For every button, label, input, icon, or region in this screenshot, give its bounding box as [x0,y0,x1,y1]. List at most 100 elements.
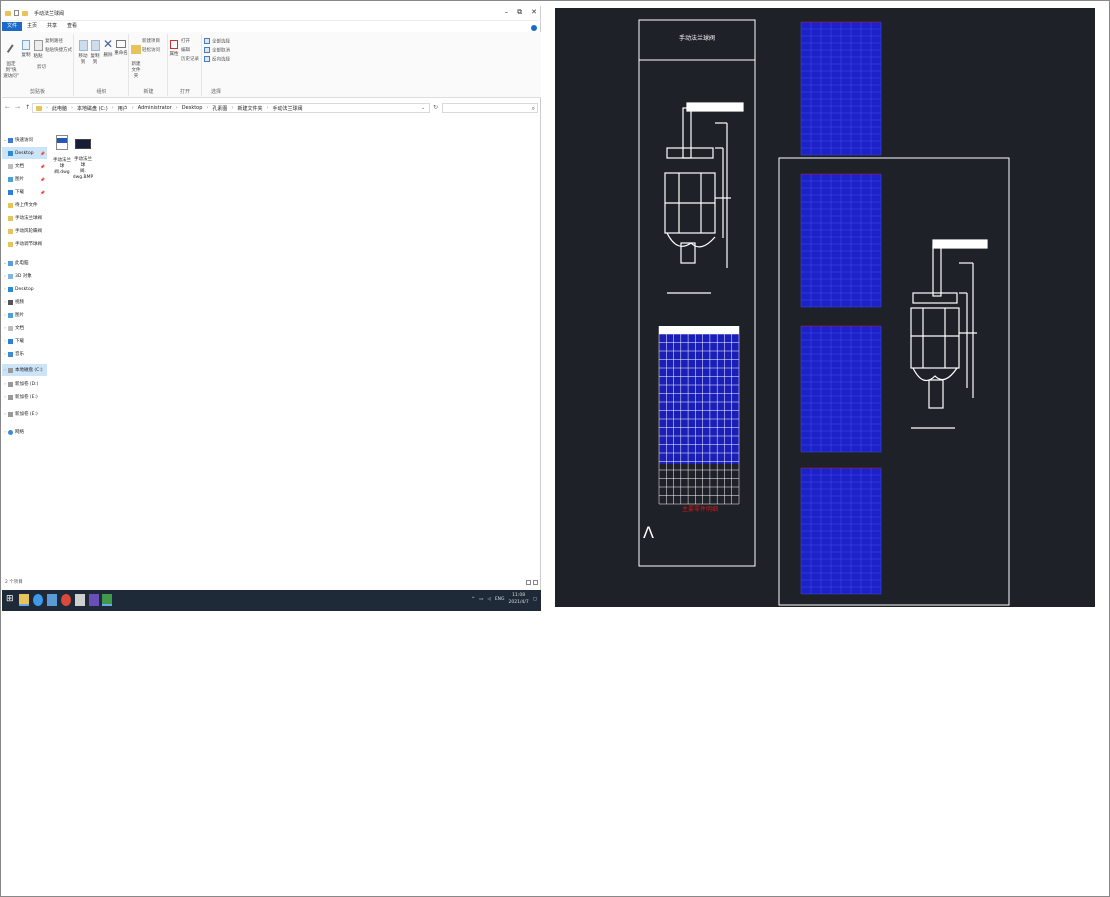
nav-item-drive-e-root[interactable]: › 新加卷 (E:) [2,408,47,420]
history-button[interactable]: 历史记录 [181,56,199,62]
start-icon[interactable]: ⊞ [6,594,16,606]
maximize-button[interactable]: ⧉ [517,8,522,17]
tab-view[interactable]: 查看 [62,22,82,31]
tab-share[interactable]: 共享 [42,22,62,31]
search-input[interactable]: ⌕ [442,103,538,113]
volume-icon[interactable]: ◁ [487,597,490,602]
breadcrumb-desktop[interactable]: Desktop [182,105,203,111]
pin-label: 固定到"快 速访问" [3,62,19,79]
breadcrumb-folder-2[interactable]: 新建文件夹 [237,105,262,112]
breadcrumb-users[interactable]: 用户 [118,105,128,112]
breadcrumb-current[interactable]: 手动法兰球阀 [272,105,302,112]
new-folder-icon[interactable] [22,10,28,16]
back-arrow-icon[interactable]: ← [5,104,10,111]
nav-item-desktop[interactable]: Desktop 📌 [2,147,47,159]
nav-this-pc[interactable]: ⌄ 此电脑 [2,257,47,269]
new-folder-icon [131,45,141,54]
nav-network[interactable]: › 网络 [2,426,47,438]
paste-shortcut-button[interactable]: 粘贴快捷方式 [45,47,72,53]
invert-selection-button[interactable]: 反向选择 [204,56,230,63]
copy-button[interactable]: 复制 [20,40,32,58]
notification-icon[interactable]: ▢ [533,597,537,602]
copy-to-icon [90,40,100,51]
open-button[interactable]: 打开 [181,38,190,44]
nav-item-pc-downloads[interactable]: › 下载 [2,335,47,347]
nav-label: 待上传文件 [15,203,38,208]
app-taskbar-icon[interactable] [89,594,99,606]
select-all-label: 全部选择 [212,39,230,45]
edit-button[interactable]: 编辑 [181,47,190,53]
pin-icon: 📌 [40,150,45,156]
nav-item-folder-2[interactable]: 手动法兰球阀 [2,212,47,224]
close-button[interactable]: ✕ [531,8,537,17]
network-icon[interactable]: ▭ [479,597,483,602]
dimension-table-2 [800,325,882,453]
pin-quick-access-button[interactable]: 固定到"快 速访问" [3,40,19,79]
nav-item-pc-desktop[interactable]: › Desktop [2,283,47,295]
forward-arrow-icon[interactable]: → [15,104,20,111]
nav-item-pc-pictures[interactable]: › 图片 [2,309,47,321]
select-group: 全部选择 全部取消 反向选择 选择 [203,34,230,96]
easy-access-button[interactable]: 轻松访问 [142,47,160,53]
file-item-dwg[interactable]: 手动法兰球 阀.dwg [51,129,73,176]
details-view-icon[interactable] [526,580,531,585]
paste-button[interactable]: 粘贴 [32,40,44,59]
nav-item-videos[interactable]: › 视频 [2,296,47,308]
delete-button[interactable]: ✕ 删除 [102,38,114,58]
nav-item-drive-d[interactable]: › 新加卷 (D:) [2,378,47,390]
select-none-button[interactable]: 全部取消 [204,47,230,54]
nav-item-documents[interactable]: 文档 📌 [2,160,47,172]
minimize-button[interactable]: – [505,8,509,17]
nav-item-music[interactable]: › 音乐 [2,348,47,360]
nav-quick-access[interactable]: ⌄ 快速访问 [2,134,47,146]
input-language[interactable]: ENG [495,597,505,602]
app-taskbar-icon[interactable] [75,594,85,606]
chevron-up-icon[interactable]: ^ [471,597,475,602]
tab-home[interactable]: 主页 [22,22,42,31]
nav-label: 此电脑 [15,261,29,266]
cut-button[interactable]: 剪切 [37,64,46,70]
new-item-button[interactable]: 新建项目 [142,38,160,44]
select-all-button[interactable]: 全部选择 [204,38,230,45]
nav-item-local-disk-c[interactable]: › 本地磁盘 (C:) [2,364,47,376]
document-taskbar-icon[interactable] [47,594,57,606]
move-to-button[interactable]: 移动到 [77,40,89,65]
breadcrumb-administrator[interactable]: Administrator [138,105,172,111]
nav-item-pc-documents[interactable]: › 文档 [2,322,47,334]
drive-icon [8,411,13,417]
breadcrumb-this-pc[interactable]: 此电脑 [52,105,67,112]
nav-item-downloads[interactable]: 下载 📌 [2,186,47,198]
breadcrumb-local-disk[interactable]: 本地磁盘 (C:) [77,105,108,112]
tab-file[interactable]: 文件 [2,22,23,31]
refresh-icon[interactable]: ↻ [433,104,438,111]
nav-item-folder-4[interactable]: 手动调节球阀 [2,238,47,250]
breadcrumb-folder-1[interactable]: 孔素图 [212,105,227,112]
copy-path-button[interactable]: 复制路径 [45,38,63,44]
nav-item-folder-1[interactable]: 待上传文件 [2,199,47,211]
file-explorer-taskbar-icon[interactable] [19,594,29,606]
file-item-bmp[interactable]: 手动法兰球 阀. dwg.BMP [72,129,94,181]
up-arrow-icon[interactable]: ↑ [25,104,30,111]
nav-item-folder-3[interactable]: 手动风轮蝶阀 [2,225,47,237]
item-count: 2 个项目 [5,580,23,585]
help-icon[interactable] [531,25,537,31]
copy-to-button[interactable]: 复制到 [89,40,101,65]
app-taskbar-icon[interactable] [102,594,112,606]
clock[interactable]: 11:08 2021/4/7 [509,592,529,606]
properties-button[interactable]: 属性 [169,40,179,57]
folder-icon [5,10,11,16]
browser-taskbar-icon[interactable] [33,594,43,606]
rename-button[interactable]: 重命名 [114,40,128,56]
properties-icon[interactable] [14,10,19,16]
large-icons-view-icon[interactable] [533,580,538,585]
valve-drawing-2 [910,239,988,429]
nav-item-pictures[interactable]: 图片 📌 [2,173,47,185]
chevron-down-icon[interactable]: ⌄ [421,105,425,111]
nav-item-3d-objects[interactable]: › 3D 对象 [2,270,47,282]
new-folder-button[interactable]: 新建 文件夹 [130,40,142,79]
file-name: 手动法兰球 阀.dwg [53,158,71,175]
app-taskbar-icon[interactable] [61,594,71,606]
address-bar[interactable]: › 此电脑 › 本地磁盘 (C:) › 用户 › Administrator ›… [32,103,430,113]
nav-item-drive-e[interactable]: › 新加卷 (E:) [2,391,47,403]
view-toggle [526,580,538,585]
